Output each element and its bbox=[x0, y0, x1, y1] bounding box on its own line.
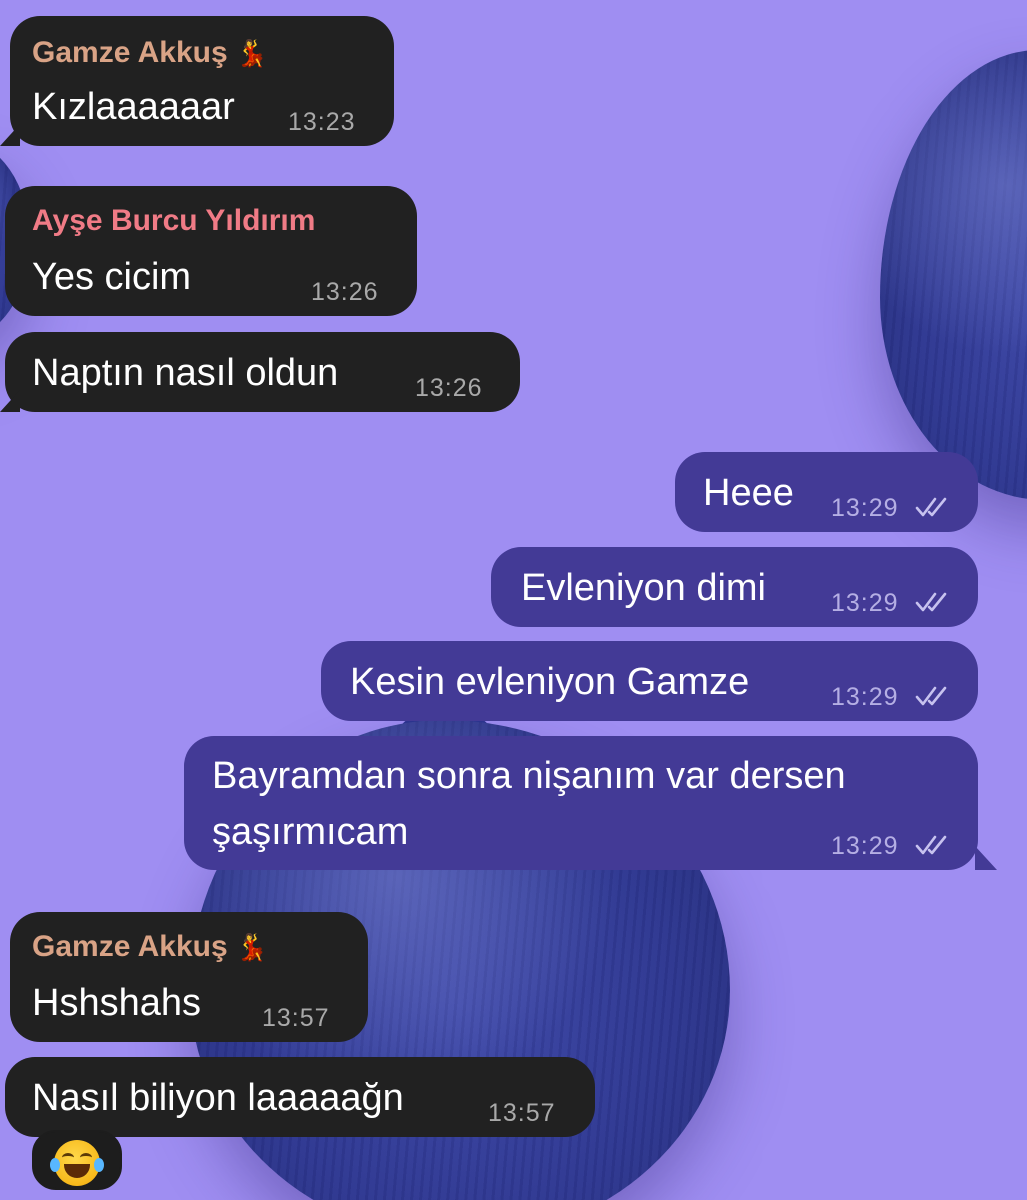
double-check-icon bbox=[915, 592, 947, 612]
message-time: 13:57 bbox=[262, 1004, 330, 1032]
message-text: Kızlaaaaaar bbox=[32, 86, 235, 128]
message-time: 13:29 bbox=[831, 683, 899, 711]
message-time: 13:26 bbox=[311, 278, 379, 306]
message-time: 13:29 bbox=[831, 589, 899, 617]
message-text: Yes cicim bbox=[32, 256, 192, 298]
message-text: Nasıl biliyon laaaaağn bbox=[32, 1077, 404, 1119]
sender-name: Ayşe Burcu Yıldırım bbox=[32, 204, 316, 237]
emoji-message-bubble[interactable] bbox=[32, 1130, 122, 1190]
message-bubble[interactable]: Heee 13:29 bbox=[675, 452, 978, 532]
message-bubble[interactable]: Evleniyon dimi 13:29 bbox=[491, 547, 978, 627]
fig-illustration bbox=[880, 50, 1027, 500]
message-time: 13:29 bbox=[831, 494, 899, 522]
message-time: 13:57 bbox=[488, 1099, 556, 1127]
double-check-icon bbox=[915, 497, 947, 517]
message-text: Heee bbox=[703, 472, 794, 514]
sender-name: Gamze Akkuş 💃 bbox=[32, 36, 269, 69]
message-text: Kesin evleniyon Gamze bbox=[350, 661, 750, 703]
message-bubble[interactable]: Naptın nasıl oldun 13:26 bbox=[5, 332, 520, 412]
message-text: Naptın nasıl oldun bbox=[32, 352, 339, 394]
message-text: Hshshahs bbox=[32, 982, 201, 1024]
dancer-emoji-icon: 💃 bbox=[235, 932, 269, 962]
message-bubble[interactable]: Gamze Akkuş 💃 Hshshahs 13:57 bbox=[10, 912, 368, 1042]
message-bubble[interactable]: Bayramdan sonra nişanım var dersen şaşır… bbox=[184, 736, 978, 870]
message-time: 13:26 bbox=[415, 374, 483, 402]
message-time: 13:29 bbox=[831, 832, 899, 860]
message-bubble[interactable]: Gamze Akkuş 💃 Kızlaaaaaar 13:23 bbox=[10, 16, 394, 146]
double-check-icon bbox=[915, 686, 947, 706]
sender-name: Gamze Akkuş 💃 bbox=[32, 930, 269, 963]
message-text: Evleniyon dimi bbox=[521, 567, 766, 609]
message-time: 13:23 bbox=[288, 108, 356, 136]
double-check-icon bbox=[915, 835, 947, 855]
message-bubble[interactable]: Nasıl biliyon laaaaağn 13:57 bbox=[5, 1057, 595, 1137]
dancer-emoji-icon: 💃 bbox=[235, 38, 269, 68]
message-bubble[interactable]: Kesin evleniyon Gamze 13:29 bbox=[321, 641, 978, 721]
face-with-tears-of-joy-icon bbox=[50, 1140, 104, 1186]
message-bubble[interactable]: Ayşe Burcu Yıldırım Yes cicim 13:26 bbox=[5, 186, 417, 316]
